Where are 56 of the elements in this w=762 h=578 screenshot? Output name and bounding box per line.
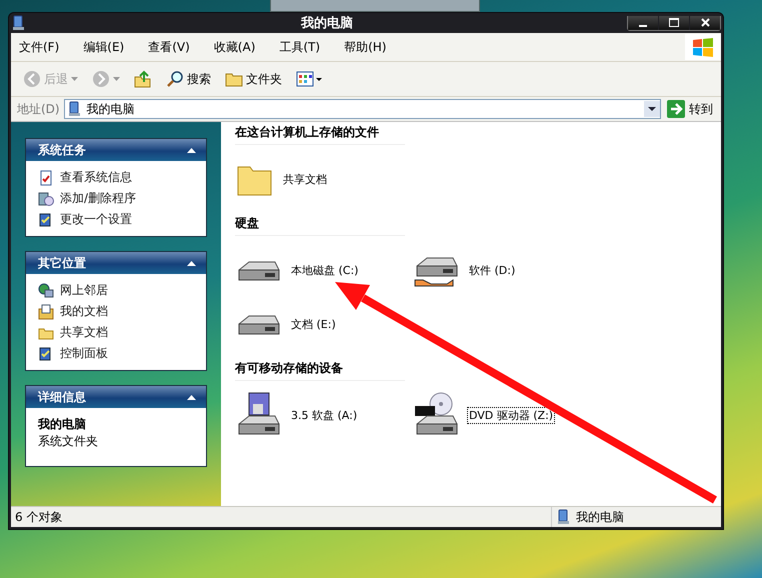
drive-label[interactable]: DVD 驱动器 (Z:) [467,406,556,424]
minimize-button[interactable] [628,16,658,30]
window-title: 我的电脑 [300,14,354,32]
task-link[interactable]: 共享文档 [38,324,196,341]
computer-icon [66,101,83,117]
status-location: 我的电脑 [576,508,624,526]
drive-label[interactable]: 共享文档 [281,170,329,188]
menu-item[interactable]: 查看(V) [148,36,190,58]
status-count: 6 个对象 [15,508,62,526]
task-link[interactable]: 更改一个设置 [38,211,196,228]
menu-item[interactable]: 帮助(H) [344,36,386,58]
go-button[interactable]: 转到 [665,100,715,118]
folder-icon [225,71,243,87]
computer-icon [11,15,27,31]
menu-item[interactable]: 收藏(A) [214,36,256,58]
panel-header[interactable]: 详细信息 [26,386,206,408]
close-icon [700,18,710,27]
maximize-button[interactable] [659,16,689,30]
minimize-icon [639,24,647,26]
task-link[interactable]: 查看系统信息 [38,169,196,186]
drive-label[interactable]: 3.5 软盘 (A:) [289,406,360,424]
address-field[interactable]: 我的电脑 [64,99,661,119]
search-icon [166,70,184,88]
group-heading: 在这台计算机上存储的文件 [235,124,405,145]
task-link[interactable]: 网上邻居 [38,282,196,299]
menu-item[interactable]: 文件(F) [19,36,60,58]
globe-computer-icon [38,282,54,298]
task-link[interactable]: 控制面板 [38,345,196,362]
documents-folder-icon [38,304,54,320]
panel-header[interactable]: 系统任务 [26,139,206,161]
right-arrow-icon [667,100,685,118]
panel-header[interactable]: 其它位置 [26,252,206,274]
drive-label[interactable]: 软件 (D:) [467,262,518,278]
details-type: 系统文件夹 [38,433,99,450]
group-heading: 有可移动存储的设备 [235,360,405,381]
maximize-icon [669,18,679,27]
menu-item[interactable]: 编辑(E) [83,36,124,58]
windows-logo [685,34,721,60]
search-button[interactable]: 搜索 [162,68,215,90]
details-name: 我的电脑 [38,416,87,433]
drive-label[interactable]: 文档 (E:) [289,316,338,332]
caret-icon [113,77,120,81]
close-button[interactable] [690,16,720,30]
document-check-icon [38,170,54,186]
drive-label[interactable]: 本地磁盘 (C:) [289,262,360,278]
menu-item[interactable]: 工具(T) [279,36,320,58]
caret-icon [71,77,78,81]
group-heading: 硬盘 [235,215,405,236]
program-disc-icon [38,190,54,206]
folder-up-arrow-icon [134,70,152,88]
views-grid-icon [296,71,324,87]
address-label: 地址(D) [17,100,60,118]
task-link[interactable]: 添加/删除程序 [38,190,196,207]
computer-icon [556,509,572,525]
folders-button[interactable]: 文件夹 [221,68,286,90]
task-link[interactable]: 我的文档 [38,303,196,320]
